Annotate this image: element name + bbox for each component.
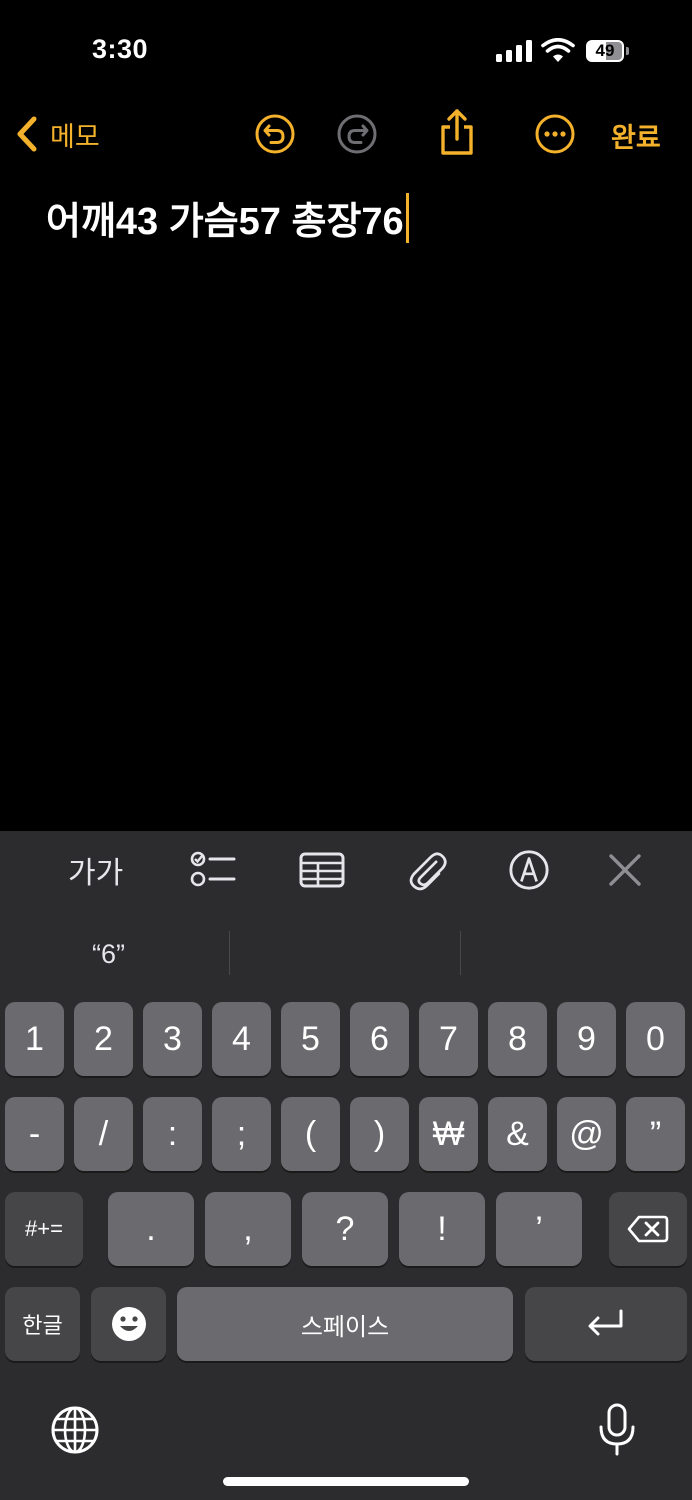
paperclip-icon[interactable] — [404, 849, 450, 891]
battery-icon: 49 — [586, 40, 630, 62]
wifi-icon — [541, 38, 575, 62]
key-3[interactable]: 3 — [143, 1002, 202, 1076]
key-comma[interactable]: , — [205, 1192, 291, 1266]
back-label: 메모 — [50, 121, 100, 152]
text-cursor — [405, 192, 409, 243]
status-time: 3:30 — [92, 34, 149, 64]
key-apostrophe[interactable]: ’ — [496, 1192, 582, 1266]
emoji-key[interactable] — [91, 1287, 166, 1361]
delete-key[interactable] — [609, 1192, 687, 1266]
checklist-icon[interactable] — [188, 849, 236, 891]
back-button[interactable]: 메모 — [14, 114, 100, 154]
key-6[interactable]: 6 — [350, 1002, 409, 1076]
microphone-icon[interactable] — [597, 1403, 637, 1457]
suggestion-item[interactable]: “6” — [92, 939, 125, 970]
return-icon — [588, 1309, 623, 1336]
keyboard: “6” 1 2 3 4 5 6 7 8 9 0 - / : ; ( ) ₩ & … — [0, 909, 692, 1500]
more-icon[interactable] — [534, 113, 576, 155]
key-5[interactable]: 5 — [281, 1002, 340, 1076]
note-text: 어깨43 가슴57 총장76 — [46, 201, 404, 243]
language-key[interactable]: 한글 — [5, 1287, 80, 1361]
chevron-left-icon — [17, 116, 37, 152]
key-0[interactable]: 0 — [626, 1002, 685, 1076]
home-indicator[interactable] — [223, 1477, 469, 1486]
undo-icon[interactable] — [254, 113, 296, 155]
globe-icon[interactable] — [50, 1405, 100, 1455]
suggestion-divider — [460, 931, 461, 975]
space-key[interactable]: 스페이스 — [177, 1287, 513, 1361]
return-key[interactable] — [525, 1287, 687, 1361]
key-quote[interactable]: ” — [626, 1097, 685, 1171]
delete-icon — [627, 1215, 669, 1243]
suggestion-divider — [229, 931, 230, 975]
text-style-button[interactable]: 가가 — [68, 849, 123, 891]
key-at[interactable]: @ — [557, 1097, 616, 1171]
table-icon[interactable] — [298, 849, 346, 891]
share-icon[interactable] — [437, 108, 477, 156]
key-4[interactable]: 4 — [212, 1002, 271, 1076]
emoji-icon — [111, 1307, 146, 1341]
key-8[interactable]: 8 — [488, 1002, 547, 1076]
key-open-paren[interactable]: ( — [281, 1097, 340, 1171]
key-close-paren[interactable]: ) — [350, 1097, 409, 1171]
key-slash[interactable]: / — [74, 1097, 133, 1171]
key-semicolon[interactable]: ; — [212, 1097, 271, 1171]
key-2[interactable]: 2 — [74, 1002, 133, 1076]
suggestion-bar: “6” — [0, 909, 692, 1001]
symbols-key[interactable]: #+= — [5, 1192, 83, 1266]
key-ampersand[interactable]: & — [488, 1097, 547, 1171]
key-exclamation[interactable]: ! — [399, 1192, 485, 1266]
key-colon[interactable]: : — [143, 1097, 202, 1171]
done-button[interactable]: 완료 — [611, 116, 661, 155]
cellular-signal-icon — [496, 40, 532, 62]
redo-icon[interactable] — [336, 113, 378, 155]
markup-icon[interactable] — [507, 849, 551, 891]
key-won[interactable]: ₩ — [419, 1097, 478, 1171]
key-question[interactable]: ? — [302, 1192, 388, 1266]
format-toolbar: 가가 — [0, 831, 692, 909]
key-period[interactable]: . — [108, 1192, 194, 1266]
key-9[interactable]: 9 — [557, 1002, 616, 1076]
close-icon[interactable] — [606, 849, 644, 891]
key-1[interactable]: 1 — [5, 1002, 64, 1076]
battery-level: 49 — [595, 41, 615, 60]
key-7[interactable]: 7 — [419, 1002, 478, 1076]
note-editor[interactable]: 어깨43 가슴57 총장76 — [46, 190, 409, 245]
key-hyphen[interactable]: - — [5, 1097, 64, 1171]
